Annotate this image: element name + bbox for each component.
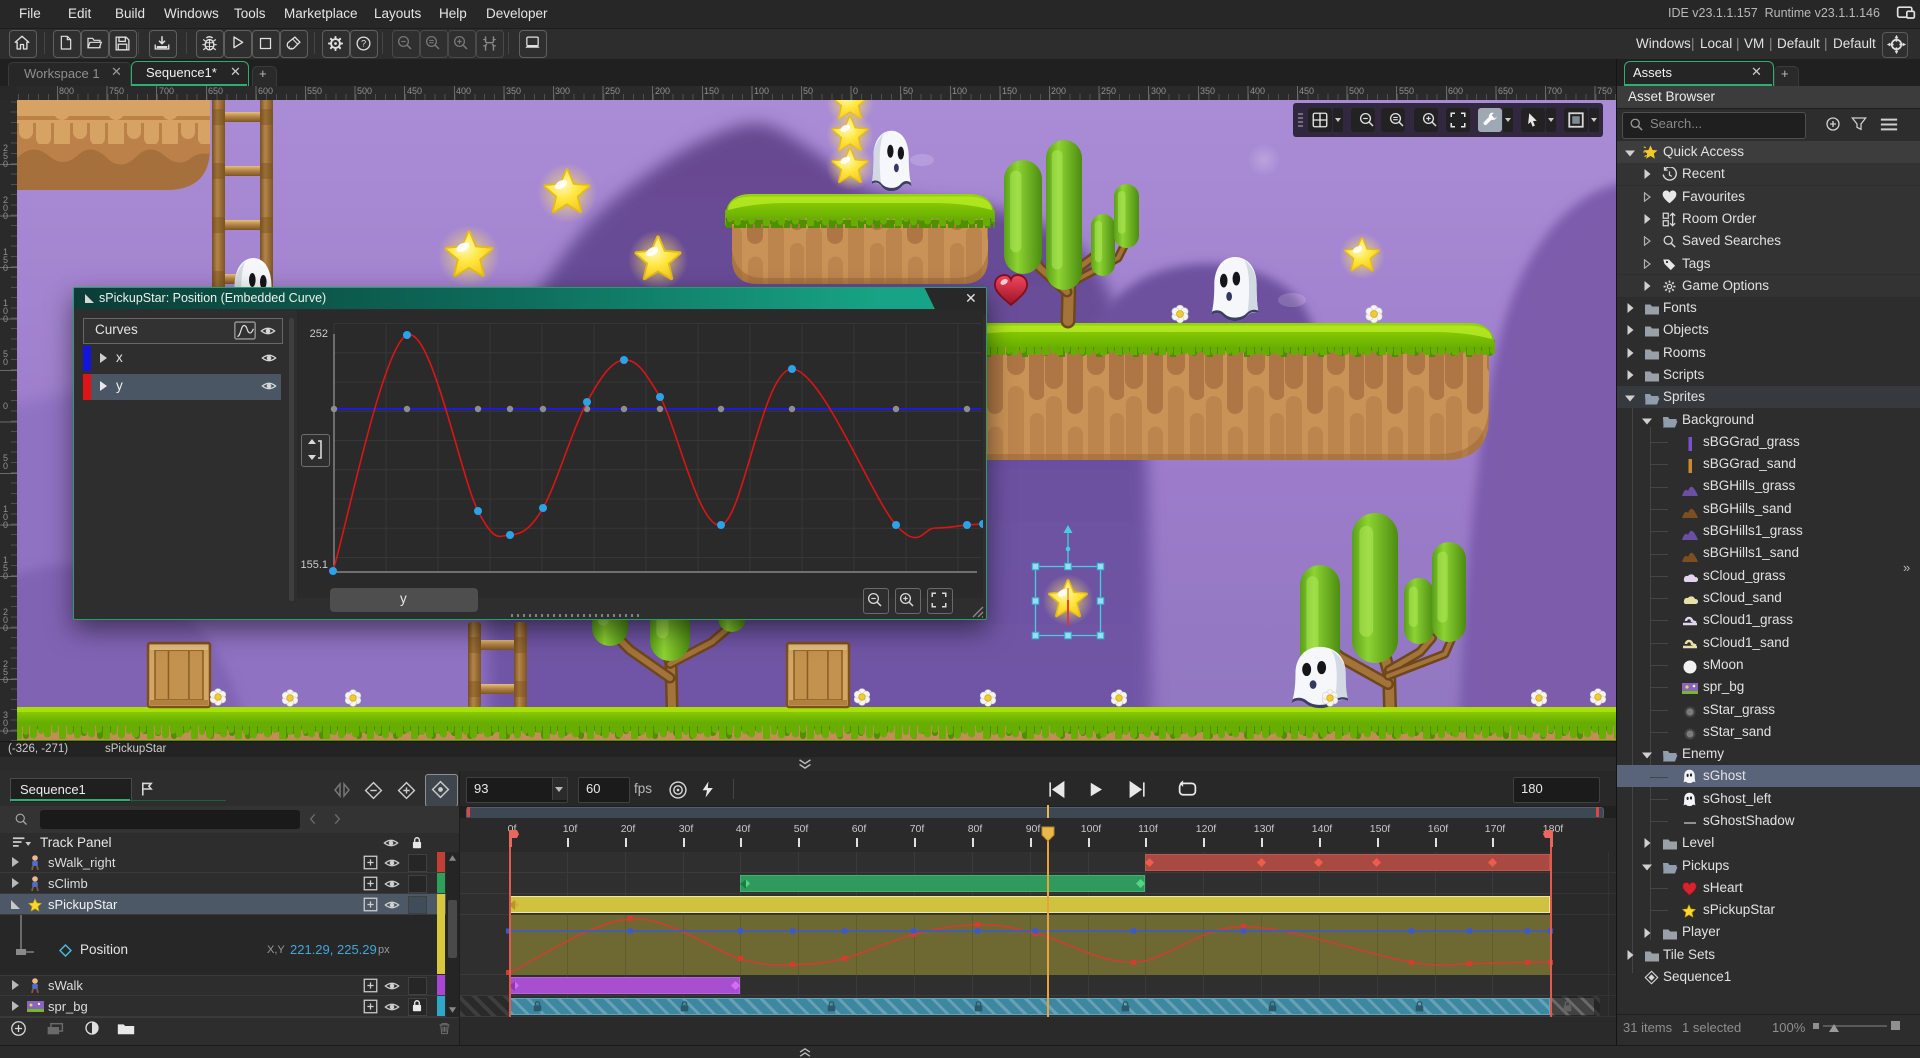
svg-text:?: ? [361,39,366,49]
